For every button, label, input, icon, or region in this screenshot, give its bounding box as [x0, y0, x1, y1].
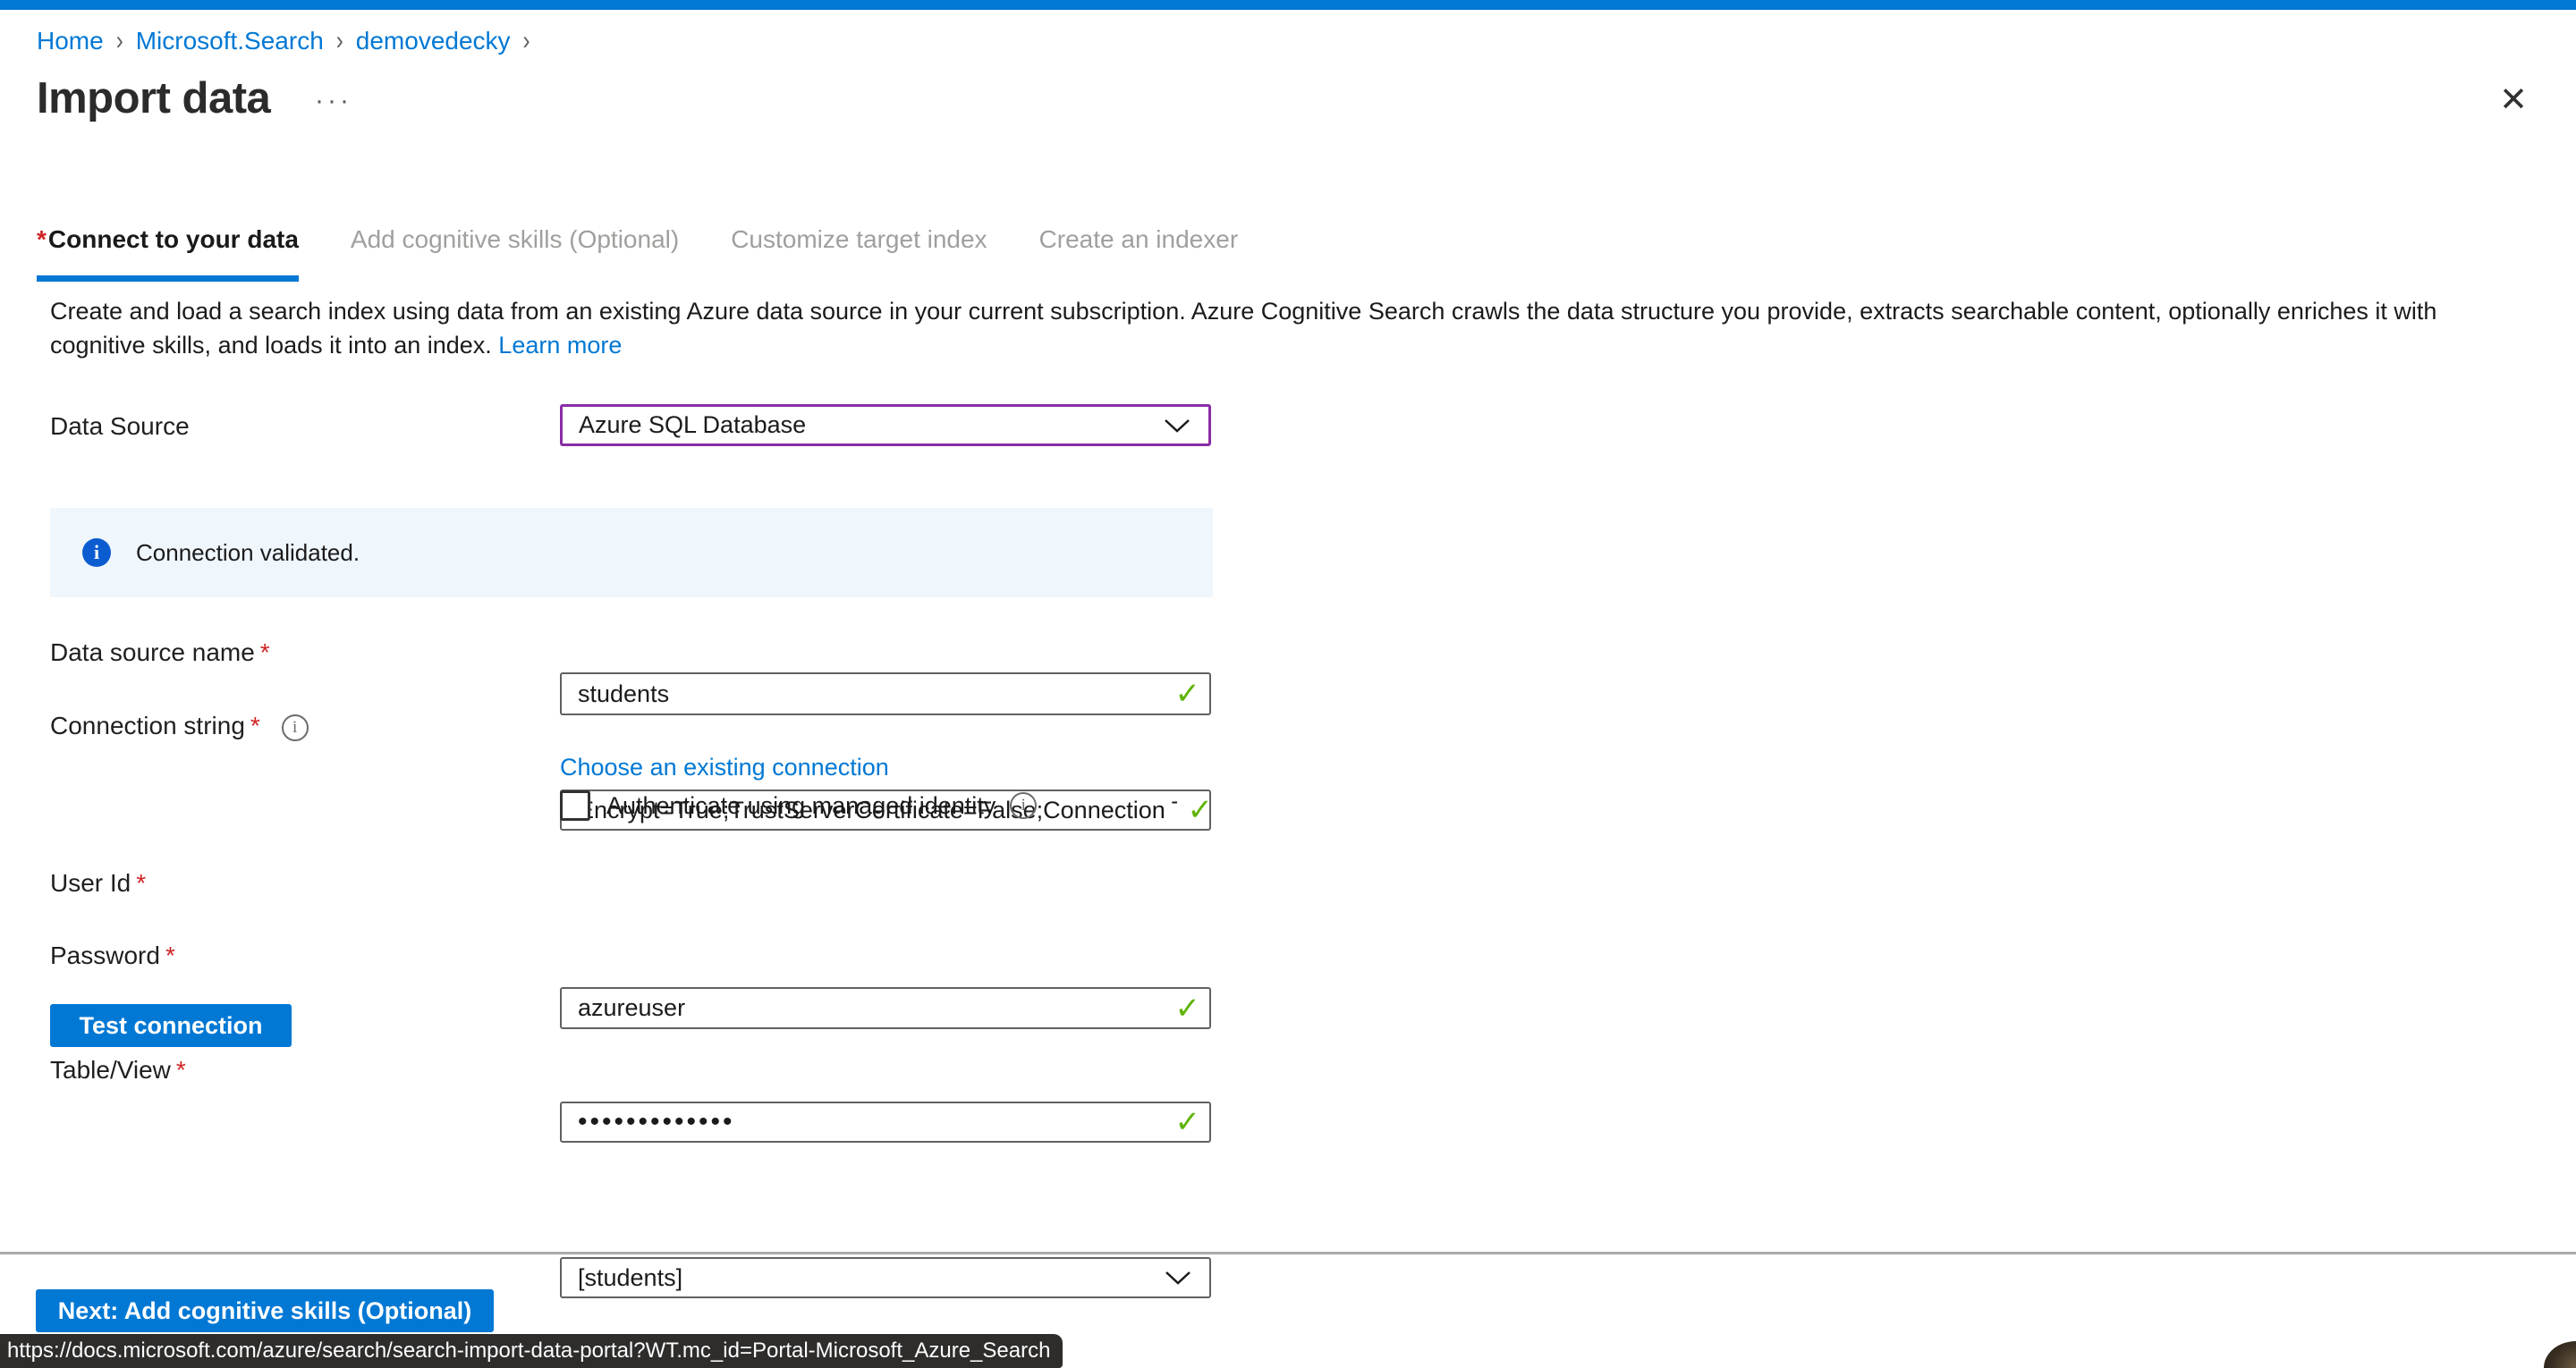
table-view-label: Table/View* [50, 1056, 186, 1085]
table-view-select[interactable]: [students] [560, 1257, 1211, 1298]
wizard-tabs: *Connect to your data Add cognitive skil… [37, 225, 1290, 282]
next-add-cognitive-skills-button[interactable]: Next: Add cognitive skills (Optional) [36, 1289, 494, 1332]
tab-connect-to-your-data[interactable]: *Connect to your data [37, 225, 299, 282]
test-connection-button[interactable]: Test connection [50, 1004, 292, 1047]
required-marker: * [250, 712, 260, 739]
user-id-input[interactable]: azureuser ✓ [560, 987, 1211, 1029]
connection-string-label: Connection string* i [50, 712, 309, 741]
valid-check-icon: ✓ [1188, 792, 1214, 828]
info-icon[interactable]: i [1010, 792, 1037, 819]
info-icon: i [82, 538, 111, 567]
chevron-right-icon: › [336, 26, 343, 57]
required-marker: * [260, 638, 270, 666]
data-source-name-label: Data source name* [50, 638, 270, 667]
status-url: https://docs.microsoft.com/azure/search/… [0, 1338, 1050, 1364]
password-input[interactable]: ••••••••••••• ✓ [560, 1102, 1211, 1143]
chevron-down-icon [1165, 1271, 1191, 1285]
data-source-select[interactable]: Azure SQL Database [560, 404, 1211, 446]
data-source-name-input[interactable]: students ✓ [560, 672, 1211, 715]
breadcrumb-home-link[interactable]: Home [37, 27, 104, 55]
choose-existing-connection: Choose an existing connection [560, 754, 1211, 781]
managed-identity-checkbox[interactable] [560, 790, 590, 821]
banner-text: Connection validated. [136, 539, 360, 567]
connection-validated-banner: i Connection validated. [50, 508, 1213, 597]
managed-identity-label: Authenticate using managed identity [606, 792, 996, 820]
import-data-blade: Home › Microsoft.Search › demovedecky › … [0, 0, 2576, 1368]
user-id-label: User Id* [50, 869, 146, 898]
breadcrumb: Home › Microsoft.Search › demovedecky › [37, 27, 530, 55]
chevron-down-icon [1164, 418, 1191, 433]
required-marker: * [165, 942, 175, 969]
info-icon[interactable]: i [282, 714, 309, 741]
chevron-right-icon: › [523, 26, 530, 57]
valid-check-icon: ✓ [1175, 991, 1201, 1026]
close-icon[interactable]: ✕ [2492, 79, 2535, 122]
more-options-icon[interactable]: ··· [315, 86, 352, 116]
password-label: Password* [50, 942, 175, 970]
tab-description: Create and load a search index using dat… [50, 294, 2529, 362]
tab-customize-target-index[interactable]: Customize target index [731, 225, 987, 282]
data-source-label: Data Source [50, 412, 190, 441]
managed-identity-row: Authenticate using managed identity i [560, 790, 1037, 821]
required-marker: * [176, 1056, 186, 1084]
required-marker: * [136, 869, 146, 897]
valid-check-icon: ✓ [1175, 1104, 1201, 1140]
choose-existing-connection-link[interactable]: Choose an existing connection [560, 754, 889, 781]
breadcrumb-demovedecky-link[interactable]: demovedecky [356, 27, 511, 55]
chevron-right-icon: › [116, 26, 123, 57]
tab-add-cognitive-skills[interactable]: Add cognitive skills (Optional) [351, 225, 679, 282]
page-title: Import data [37, 73, 270, 123]
tab-create-an-indexer[interactable]: Create an indexer [1039, 225, 1239, 282]
footer-divider [0, 1252, 2576, 1254]
desktop-corner [2544, 1341, 2576, 1368]
required-marker: * [37, 225, 47, 253]
breadcrumb-microsoft-search-link[interactable]: Microsoft.Search [136, 27, 324, 55]
learn-more-link[interactable]: Learn more [498, 332, 622, 359]
valid-check-icon: ✓ [1175, 676, 1201, 712]
portal-top-bar [0, 0, 2576, 10]
browser-status-bar: https://docs.microsoft.com/azure/search/… [0, 1334, 1063, 1368]
